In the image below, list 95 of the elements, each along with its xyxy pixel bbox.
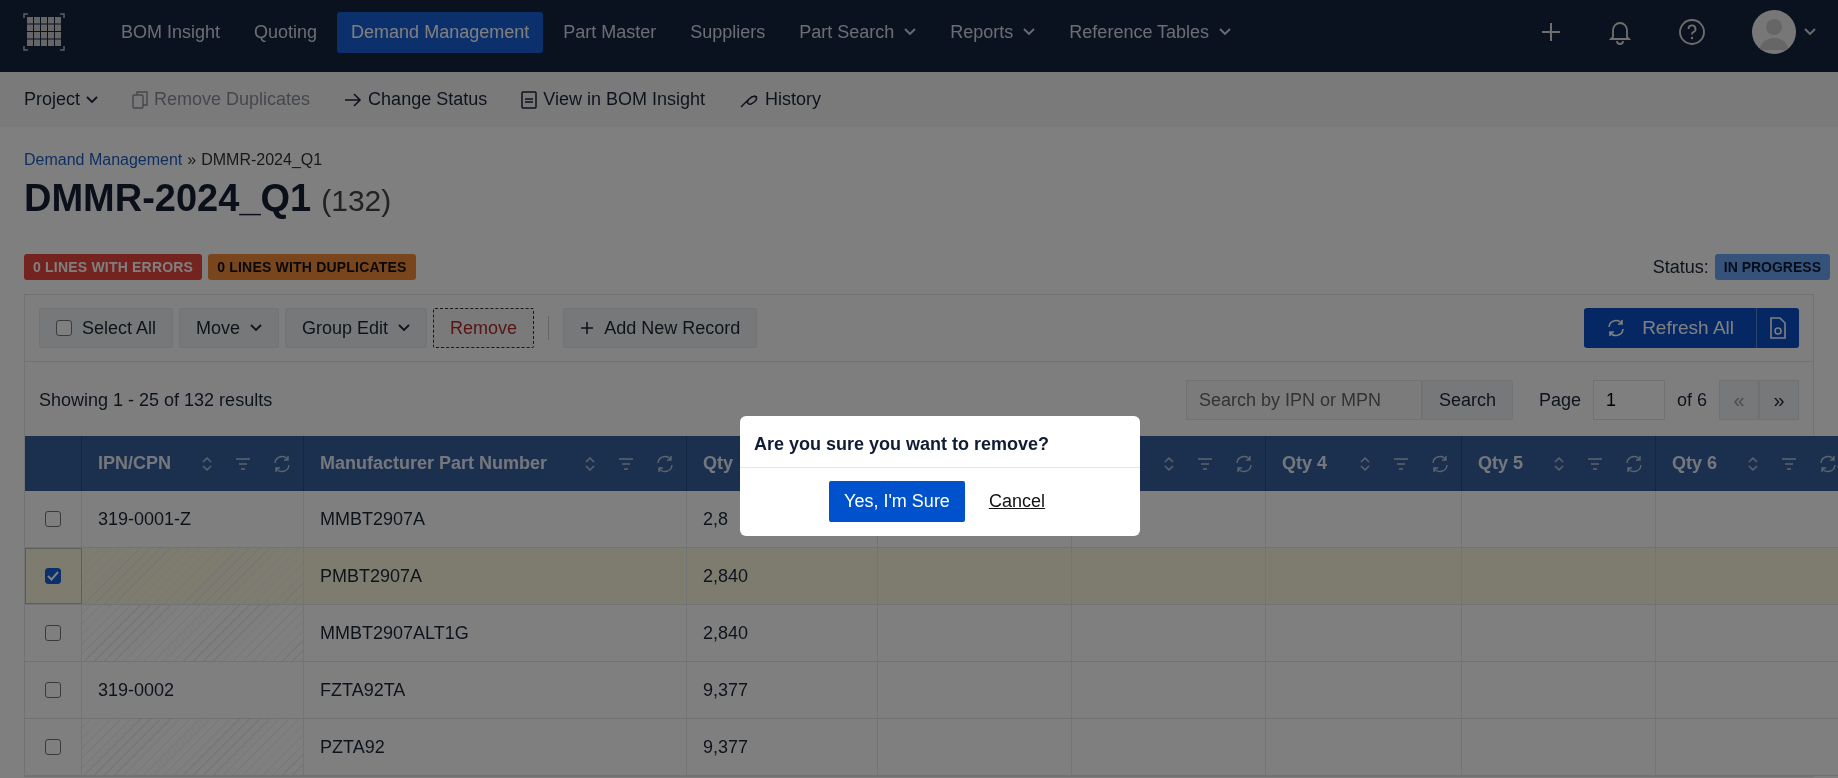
search-field[interactable]: Search by IPN or MPN (1185, 380, 1422, 420)
nav-tab[interactable]: Reports (936, 11, 1050, 53)
notification-bell-icon[interactable] (1608, 19, 1632, 45)
refresh-all-button[interactable]: Refresh All (1584, 308, 1756, 348)
column-header[interactable]: Qty 6 (1672, 453, 1718, 474)
sort-icon[interactable] (1553, 454, 1565, 473)
sort-icon[interactable] (1747, 454, 1759, 473)
row-checkbox[interactable] (45, 625, 61, 641)
record-count: (132) (321, 184, 392, 218)
row-checkbox[interactable] (45, 682, 61, 698)
filter-icon[interactable] (618, 456, 634, 471)
document-icon (521, 90, 538, 109)
refresh-icon[interactable] (1625, 454, 1643, 473)
toolbar-action[interactable]: Project (14, 83, 109, 116)
column-header[interactable]: Qty 4 (1282, 453, 1328, 474)
action-button[interactable]: Move (179, 308, 280, 348)
table-cell: 9,377 (703, 736, 749, 758)
nav-tab[interactable]: Reference Tables (1055, 11, 1246, 53)
results-summary: Showing 1 - 25 of 132 results (39, 389, 273, 411)
page-number-field[interactable]: 1 (1592, 380, 1665, 420)
confirm-button[interactable]: Yes, I'm Sure (829, 481, 965, 522)
table-cell: PZTA92 (320, 736, 385, 758)
table-cell: 2,840 (703, 565, 749, 587)
status-label: Status: (1652, 256, 1709, 278)
refresh-icon[interactable] (1819, 454, 1837, 473)
row-checkbox[interactable] (45, 568, 61, 584)
sort-icon[interactable] (584, 454, 596, 473)
dialog-question: Are you sure you want to remove? (740, 416, 1140, 468)
table-cell: FZTA92TA (320, 679, 406, 701)
nav-tab[interactable]: Quoting (240, 11, 332, 53)
count-badge: 0 LINES WITH DUPLICATES (208, 254, 416, 280)
action-button[interactable]: Remove (433, 308, 535, 348)
chevron-down-icon (250, 324, 263, 332)
user-avatar[interactable] (1752, 10, 1796, 54)
count-badge: 0 LINES WITH ERRORS (24, 254, 203, 280)
export-file-button[interactable] (1756, 308, 1799, 348)
table-cell: 2,8 (703, 508, 729, 530)
table-cell: MMBT2907A (320, 508, 426, 530)
grid-logo-icon[interactable] (22, 12, 66, 52)
search-button[interactable]: Search (1421, 380, 1513, 420)
table-cell: PMBT2907A (320, 565, 423, 587)
sort-icon[interactable] (201, 454, 213, 473)
breadcrumb-separator: » (187, 151, 197, 169)
table-cell: 319-0002 (98, 679, 175, 701)
cancel-link[interactable]: Cancel (982, 490, 1051, 513)
refresh-icon (1606, 318, 1627, 338)
filter-icon[interactable] (1587, 456, 1603, 471)
chevron-down-icon (398, 324, 411, 332)
sort-icon[interactable] (1359, 454, 1371, 473)
next-page-button[interactable]: » (1759, 380, 1799, 420)
plus-icon (580, 321, 595, 335)
nav-tab[interactable]: Suppliers (676, 11, 780, 53)
row-checkbox[interactable] (45, 511, 61, 527)
sort-icon[interactable] (1163, 454, 1175, 473)
breadcrumb-current: DMMR-2024_Q1 (201, 151, 323, 169)
page-label: Page (1538, 389, 1581, 411)
column-header[interactable]: Qty (703, 453, 733, 474)
column-header[interactable]: Manufacturer Part Number (320, 453, 548, 474)
action-button[interactable]: Group Edit (285, 308, 428, 348)
table-cell: 2,840 (703, 622, 749, 644)
arrow-right-icon (344, 92, 363, 107)
checkbox[interactable] (56, 320, 72, 336)
select-all-button[interactable]: Select All (39, 308, 174, 348)
breadcrumb-link[interactable]: Demand Management (24, 151, 183, 169)
row-checkbox[interactable] (45, 739, 61, 755)
table-cell: 319-0001-Z (98, 508, 192, 530)
toolbar-action[interactable]: History (728, 83, 831, 116)
help-icon[interactable] (1678, 18, 1706, 46)
status-badge: IN PROGRESS (1714, 254, 1830, 280)
page-total: of 6 (1676, 389, 1707, 411)
column-header[interactable]: IPN/CPN (98, 453, 171, 474)
filter-icon[interactable] (235, 456, 251, 471)
column-header[interactable]: Qty 5 (1478, 453, 1524, 474)
nav-tab[interactable]: Part Search (785, 11, 931, 53)
toolbar-action[interactable]: View in BOM Insight (511, 83, 715, 116)
action-button[interactable]: Add New Record (563, 308, 758, 348)
filter-icon[interactable] (1393, 456, 1409, 471)
toolbar-action[interactable]: Change Status (334, 83, 498, 116)
table-cell: MMBT2907ALT1G (320, 622, 469, 644)
chevron-down-icon[interactable] (1804, 28, 1816, 36)
nav-tab[interactable]: Part Master (549, 11, 671, 53)
refresh-icon[interactable] (1431, 454, 1449, 473)
previous-page-button[interactable]: « (1719, 380, 1759, 420)
plus-icon[interactable] (1540, 21, 1562, 43)
nav-tab[interactable]: Demand Management (337, 11, 544, 53)
refresh-icon[interactable] (656, 454, 674, 473)
nav-tab[interactable]: BOM Insight (107, 11, 235, 53)
filter-icon[interactable] (1197, 456, 1213, 471)
refresh-icon[interactable] (273, 454, 291, 473)
table-cell: 9,377 (703, 679, 749, 701)
file-icon (1769, 317, 1787, 339)
filter-icon[interactable] (1781, 456, 1797, 471)
refresh-icon[interactable] (1235, 454, 1253, 473)
page-title: DMMR-2024_Q1 (24, 177, 312, 220)
copy-icon (132, 90, 149, 109)
